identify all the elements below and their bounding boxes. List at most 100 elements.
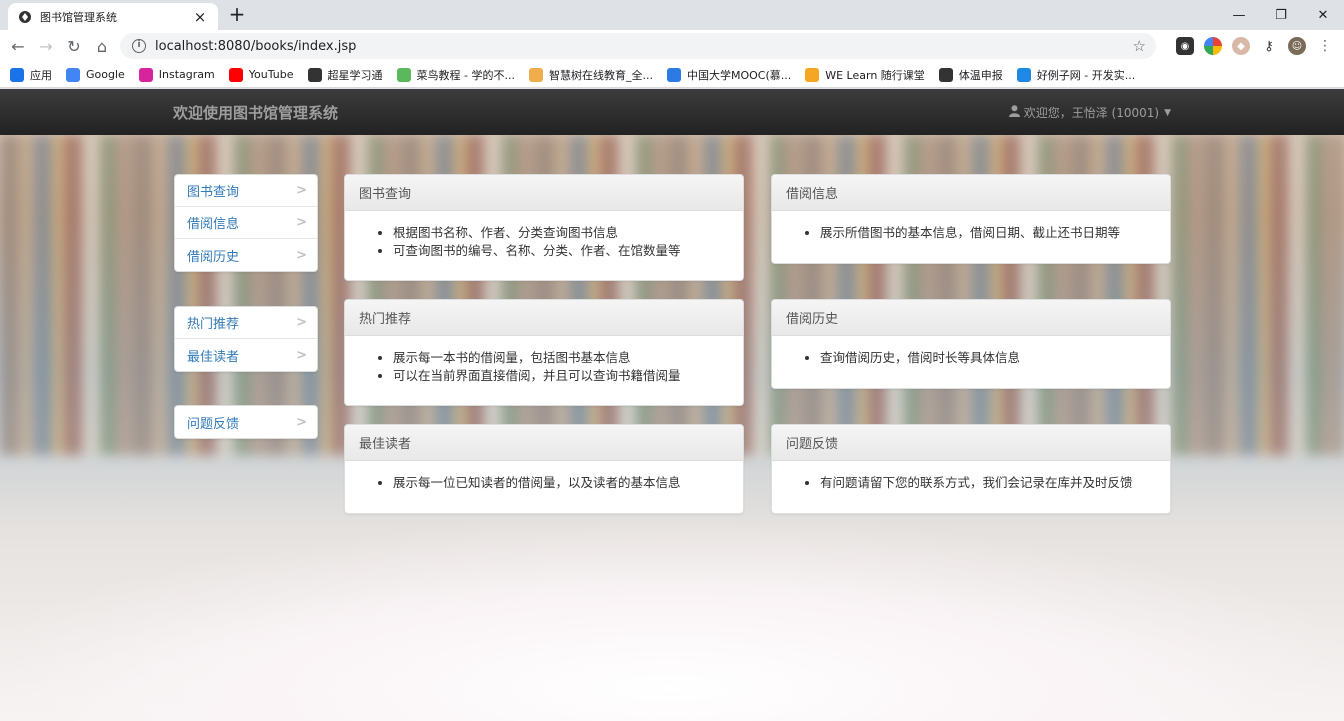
panel-best-readers: 最佳读者 展示每一位已知读者的借阅量，以及读者的基本信息 [344,424,744,514]
panel-feedback: 问题反馈 有问题请留下您的联系方式，我们会记录在库并及时反馈 [771,424,1171,514]
address-url[interactable]: localhost:8080/books/index.jsp [155,39,356,54]
mooc-icon [666,67,681,82]
minimize-button[interactable]: — [1218,0,1260,30]
panel-item: 展示每一本书的借阅量，包括图书基本信息 [393,349,728,367]
key-icon[interactable]: ⚷ [1260,37,1278,55]
panel-item: 根据图书名称、作者、分类查询图书信息 [393,224,728,242]
globe-icon [938,67,953,82]
globe-icon [18,10,32,24]
back-button[interactable]: ← [4,32,32,60]
panel-borrow-history: 借阅历史 查询借阅历史，借阅时长等具体信息 [771,299,1171,389]
panel-title: 问题反馈 [772,425,1170,461]
sidebar-item-best-readers[interactable]: 最佳读者 > [175,339,317,371]
youtube-icon [228,67,243,82]
panel-title: 热门推荐 [345,300,743,336]
bookmark-item[interactable]: 超星学习通 [307,67,383,83]
panel-title: 借阅历史 [772,300,1170,336]
panel-title: 图书查询 [345,175,743,211]
bookmark-item[interactable]: WE Learn 随行课堂 [805,67,925,83]
chevron-right-icon: > [296,183,307,198]
sidebar-item-book-search[interactable]: 图书查询 > [175,175,317,207]
sidebar-item-label: 问题反馈 [187,416,240,432]
bookmark-item[interactable]: 体温申报 [938,67,1003,83]
zhihuishu-icon [528,67,543,82]
panel-item: 有问题请留下您的联系方式，我们会记录在库并及时反馈 [820,474,1155,492]
instagram-icon [138,67,153,82]
runoob-icon [396,67,411,82]
sidebar-group-recommend: 热门推荐 > 最佳读者 > [174,306,318,372]
panel-item: 查询借阅历史，借阅时长等具体信息 [820,349,1155,367]
new-tab-button[interactable]: + [226,4,248,26]
bookmark-label: 菜鸟教程 - 学的不... [416,68,515,82]
bookmark-label: Instagram [158,68,215,81]
colorful-extension-icon[interactable] [1204,37,1222,55]
bookmarks-bar: 应用 Google Instagram YouTube 超星学习通 菜鸟教程 - 学的不.… [0,62,1344,88]
bookmark-item[interactable]: 好例子网 - 开发实... [1016,67,1136,83]
sidebar-item-label: 热门推荐 [187,317,240,332]
shield-extension-icon[interactable]: ◆ [1232,37,1250,55]
sidebar-item-borrow-history[interactable]: 借阅历史 > [175,239,317,271]
bookmark-item[interactable]: 智慧树在线教育_全... [528,67,653,83]
forward-button[interactable]: → [32,32,60,60]
welearn-icon [805,67,820,82]
user-greeting: 欢迎您，王怡泽 (10001) [1023,106,1160,120]
incognito-extension-icon[interactable]: ◉ [1176,37,1194,55]
sidebar-group-books: 图书查询 > 借阅信息 > 借阅历史 > [174,174,318,272]
sidebar-item-label: 最佳读者 [187,349,240,365]
site-info-icon[interactable]: i [132,39,146,53]
bookmark-item[interactable]: Google [66,67,125,82]
bookmark-label: 好例子网 - 开发实... [1036,68,1136,82]
sidebar-item-label: 借阅历史 [187,249,240,265]
chevron-right-icon: > [296,215,307,230]
sidebar-group-feedback: 问题反馈 > [174,405,318,439]
menu-kebab-icon[interactable]: ⋮ [1316,37,1334,55]
sidebar-item-label: 借阅信息 [187,217,240,232]
brand-title[interactable]: 欢迎使用图书馆管理系统 [173,102,338,123]
bookmark-item[interactable]: YouTube [228,67,294,82]
bookmark-label: 中国大学MOOC(慕... [686,68,792,82]
bookmark-label: WE Learn 随行课堂 [825,68,925,82]
home-button[interactable]: ⌂ [88,32,116,60]
haolizi-icon [1016,67,1031,82]
bookmark-item[interactable]: Instagram [138,67,215,82]
panel-hot-recommend: 热门推荐 展示每一本书的借阅量，包括图书基本信息 可以在当前界面直接借阅，并且可… [344,299,744,406]
panel-item: 可查询图书的编号、名称、分类、作者、在馆数量等 [393,242,728,260]
bookmark-label: 体温申报 [958,68,1003,82]
bookmark-label: 应用 [30,68,52,82]
window-controls: — ❐ ✕ [1218,0,1344,30]
extensions-area: ◉ ◆ ⚷ ☺ ⋮ [1176,30,1334,62]
reload-button[interactable]: ↻ [60,32,88,60]
profile-avatar-icon[interactable]: ☺ [1288,37,1306,55]
browser-tab[interactable]: 图书馆管理系统 × [8,3,218,30]
browser-tabstrip: 图书馆管理系统 × + — ❐ ✕ [0,0,1344,30]
chevron-right-icon: > [296,247,307,263]
bookmark-item[interactable]: 应用 [10,67,52,83]
globe-icon [307,67,322,82]
bookmark-label: YouTube [248,68,294,81]
top-navbar: 欢迎使用图书馆管理系统 欢迎您，王怡泽 (10001) ▼ [0,89,1344,135]
close-window-button[interactable]: ✕ [1302,0,1344,30]
tab-title: 图书馆管理系统 [40,10,117,24]
bookmark-star-icon[interactable]: ☆ [1133,37,1146,55]
restore-button[interactable]: ❐ [1260,0,1302,30]
panel-borrow-info: 借阅信息 展示所借图书的基本信息，借阅日期、截止还书日期等 [771,174,1171,264]
panel-item: 展示所借图书的基本信息，借阅日期、截止还书日期等 [820,224,1155,242]
bookmark-label: 智慧树在线教育_全... [548,68,653,82]
sidebar-item-borrow-info[interactable]: 借阅信息 > [175,207,317,239]
address-bar[interactable]: i localhost:8080/books/index.jsp ☆ [120,33,1156,59]
chevron-right-icon: > [296,347,307,363]
user-icon [1008,105,1020,120]
chevron-right-icon: > [296,414,307,430]
panel-item: 展示每一位已知读者的借阅量，以及读者的基本信息 [393,474,728,492]
bookmark-item[interactable]: 菜鸟教程 - 学的不... [396,67,515,83]
bookmark-item[interactable]: 中国大学MOOC(慕... [666,67,792,83]
close-tab-icon[interactable]: × [192,8,208,26]
browser-toolbar: ← → ↻ ⌂ i localhost:8080/books/index.jsp… [0,30,1344,62]
sidebar-item-feedback[interactable]: 问题反馈 > [175,406,317,438]
panel-item: 可以在当前界面直接借阅，并且可以查询书籍借阅量 [393,367,728,385]
sidebar-item-hot-recommend[interactable]: 热门推荐 > [175,307,317,339]
sidebar-item-label: 图书查询 [187,185,240,200]
user-dropdown[interactable]: 欢迎您，王怡泽 (10001) ▼ [1008,104,1171,121]
apps-grid-icon [10,67,24,82]
bookmark-label: 超星学习通 [327,68,383,82]
